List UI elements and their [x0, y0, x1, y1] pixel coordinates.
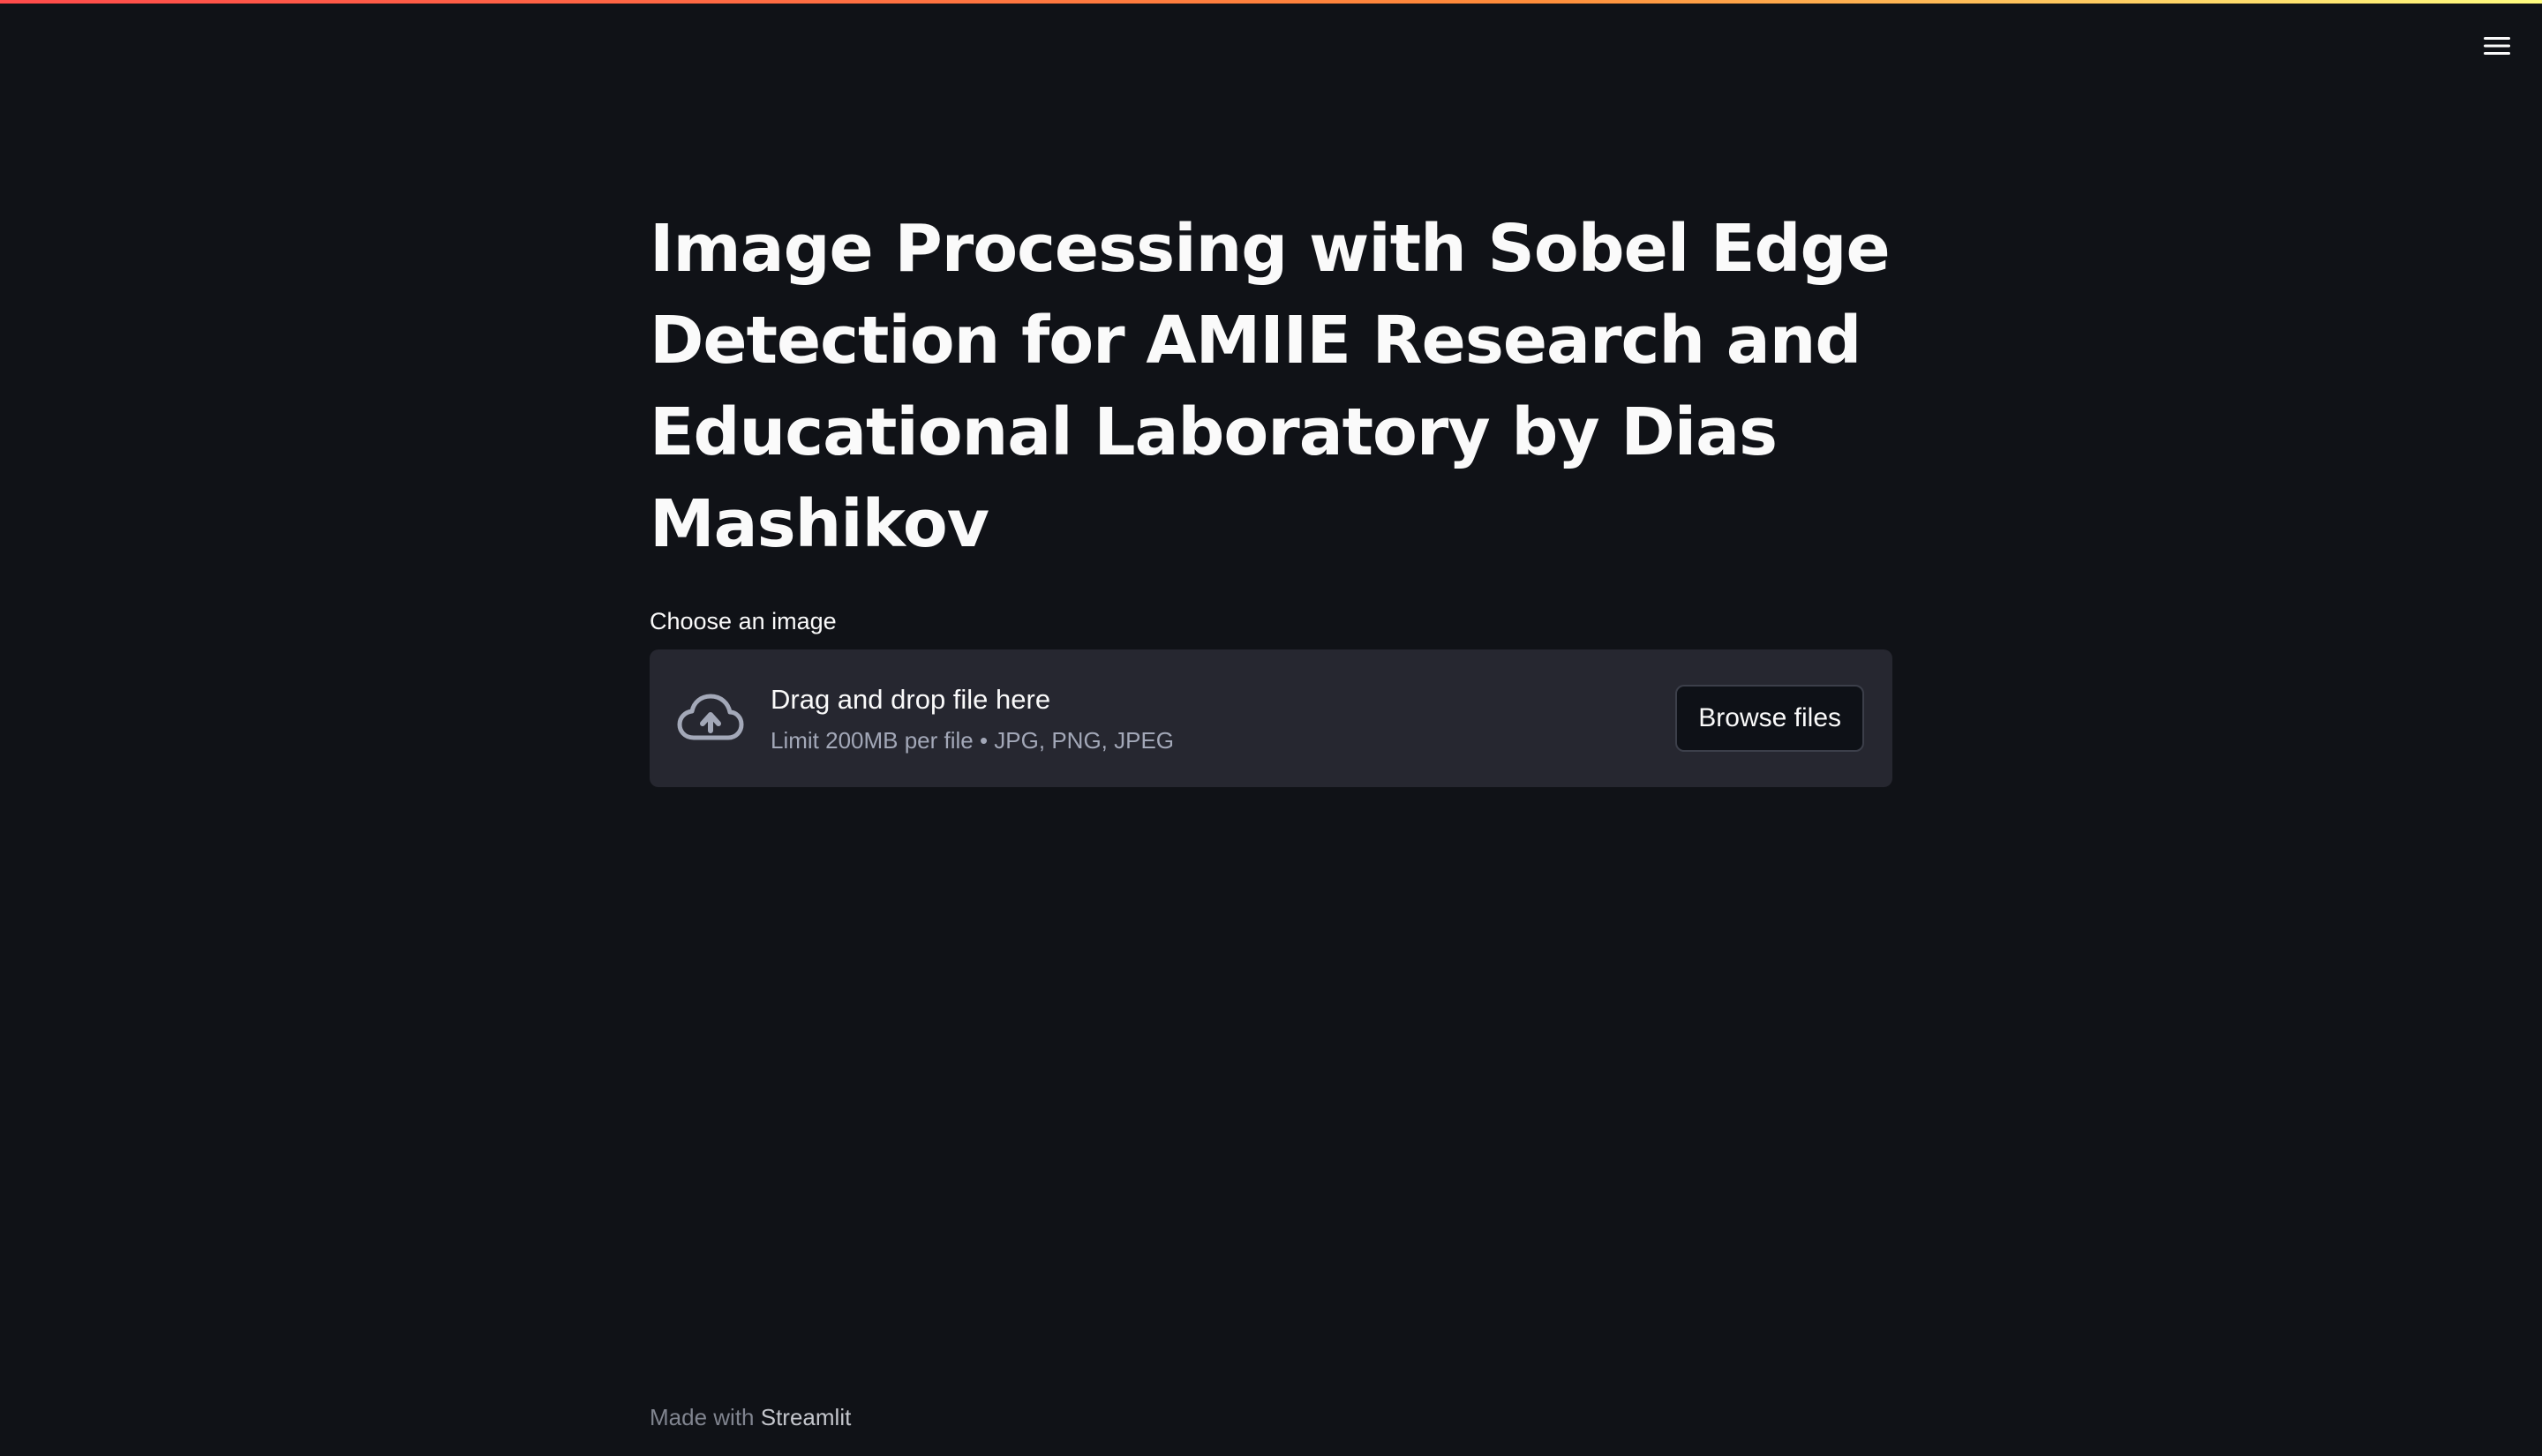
cloud-upload-icon: [677, 694, 744, 740]
dropzone-main-text: Drag and drop file here: [771, 684, 1051, 715]
dropzone-instructions: Drag and drop file here Limit 200MB per …: [771, 681, 1174, 755]
dropzone-limit-text: Limit 200MB per file • JPG, PNG, JPEG: [771, 727, 1175, 754]
browse-files-button[interactable]: Browse files: [1675, 685, 1864, 752]
file-uploader-label: Choose an image: [650, 608, 837, 634]
page-title: Image Processing with Sobel Edge Detecti…: [650, 211, 1891, 562]
file-dropzone[interactable]: Drag and drop file here Limit 200MB per …: [650, 649, 1892, 787]
main-menu-button[interactable]: [2473, 25, 2521, 67]
streamlit-link[interactable]: Streamlit: [761, 1404, 852, 1430]
app-root: Image Processing with Sobel Edge Detecti…: [0, 0, 2542, 1456]
hamburger-menu-icon: [2484, 37, 2510, 55]
footer: Made with Streamlit: [650, 1401, 851, 1433]
main-content: Image Processing with Sobel Edge Detecti…: [650, 203, 1892, 787]
footer-prefix: Made with: [650, 1404, 755, 1430]
top-decoration-bar: [0, 0, 2542, 4]
